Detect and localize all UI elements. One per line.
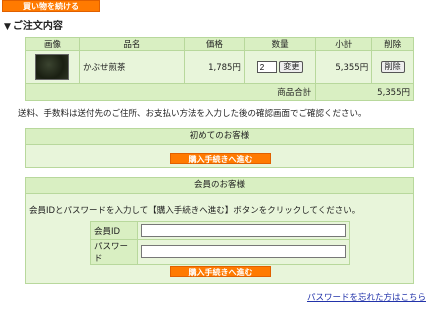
member-id-input[interactable] xyxy=(141,223,346,237)
col-name: 品名 xyxy=(78,37,185,51)
delete-cell: 削除 xyxy=(371,50,414,84)
delete-item-button[interactable]: 削除 xyxy=(380,61,405,73)
forgot-password-link[interactable]: パスワードを忘れた方はこちら xyxy=(307,291,426,303)
product-image-cell xyxy=(25,50,80,84)
product-image[interactable] xyxy=(35,54,70,80)
member-customer-panel: 会員のお客様 会員IDとパスワードを入力して【購入手続きへ進む】ボタンをクリック… xyxy=(25,177,414,284)
quantity-input[interactable] xyxy=(256,61,277,73)
password-label: パスワード xyxy=(90,239,138,265)
triangle-down-icon: ▼ xyxy=(4,22,11,32)
table-row: かぶせ煎茶 1,785円 変更 5,355円 削除 xyxy=(25,50,414,84)
col-image: 画像 xyxy=(25,37,80,51)
shipping-notice: 送料、手数料は送付先のご住所、お支払い方法を入力した後の確認画面でご確認ください… xyxy=(18,109,367,119)
login-form: 会員ID パスワード xyxy=(90,221,350,265)
quantity-cell: 変更 xyxy=(243,50,317,84)
continue-shopping-button[interactable]: 買い物を続ける xyxy=(2,0,100,12)
first-time-customer-panel: 初めてのお客様 購入手続きへ進む xyxy=(25,128,414,168)
total-value: 5,355円 xyxy=(315,83,414,101)
product-name: かぶせ煎茶 xyxy=(78,50,185,84)
cart-table: 画像 品名 価格 数量 小計 削除 かぶせ煎茶 1,785円 変更 5,355円… xyxy=(24,37,414,101)
total-label: 商品合計 xyxy=(24,83,317,101)
cart-header-row: 画像 品名 価格 数量 小計 削除 xyxy=(25,37,414,51)
update-quantity-button[interactable]: 変更 xyxy=(279,61,304,73)
col-delete: 削除 xyxy=(371,37,414,51)
total-row: 商品合計 5,355円 xyxy=(24,83,414,101)
member-instructions: 会員IDとパスワードを入力して【購入手続きへ進む】ボタンをクリックしてください。 xyxy=(29,206,361,216)
product-price: 1,785円 xyxy=(183,50,245,84)
password-input[interactable] xyxy=(141,245,346,258)
first-time-proceed-button[interactable]: 購入手続きへ進む xyxy=(170,153,271,164)
section-heading: ▼ ご注文内容 xyxy=(4,17,63,32)
col-subtotal: 小計 xyxy=(315,37,373,51)
section-title: ご注文内容 xyxy=(12,21,63,32)
member-title: 会員のお客様 xyxy=(26,178,413,194)
first-time-title: 初めてのお客様 xyxy=(26,129,413,145)
product-subtotal: 5,355円 xyxy=(315,50,373,84)
member-proceed-button[interactable]: 購入手続きへ進む xyxy=(170,266,271,277)
col-quantity: 数量 xyxy=(243,37,317,51)
col-price: 価格 xyxy=(183,37,245,51)
member-id-label: 会員ID xyxy=(90,221,138,240)
